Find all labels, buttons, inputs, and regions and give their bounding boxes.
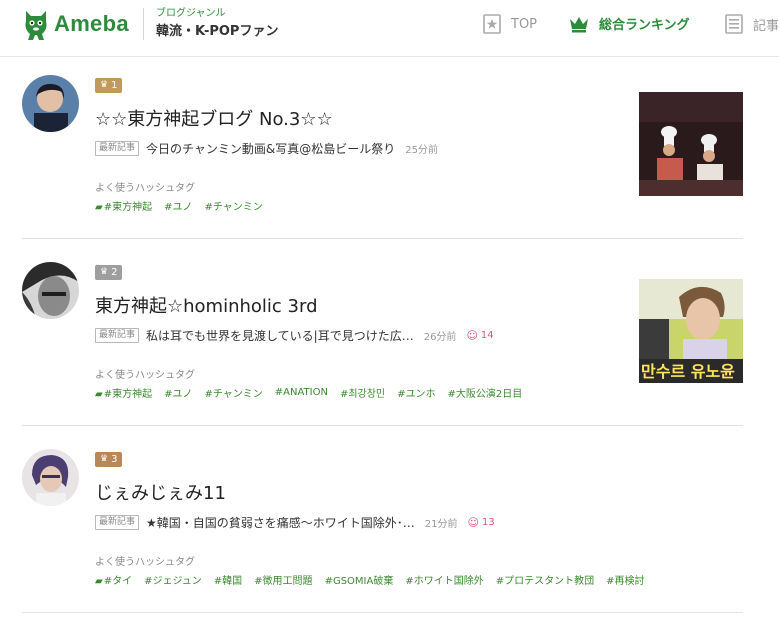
blog-title[interactable]: ☆☆東方神起ブログ No.3☆☆ xyxy=(95,105,333,131)
hashtag[interactable]: #ユノ xyxy=(164,198,192,213)
post-time: 21分前 xyxy=(424,519,458,530)
hashtag[interactable]: #韓国 xyxy=(214,572,242,587)
nav-ranking-label: 総合ランキング xyxy=(599,18,690,33)
article-thumbnail[interactable] xyxy=(639,92,743,196)
crown-icon: ♛ xyxy=(100,267,109,277)
hashtags-label: よく使うハッシュタグ xyxy=(95,370,195,381)
rank-badge: ♛ 3 xyxy=(95,452,123,467)
hashtag-icon: ▰ xyxy=(95,576,103,587)
nav-article-label: 記事 xyxy=(753,18,779,34)
rank-number: 2 xyxy=(111,267,118,278)
rank-badge: ♛ 2 xyxy=(95,265,123,280)
latest-article-link[interactable]: ★韓国・自国の貧弱さを痛感～ホワイト国除外･… xyxy=(146,514,415,531)
article-icon xyxy=(725,14,743,34)
avatar[interactable] xyxy=(22,449,79,506)
blog-title[interactable]: 東方神起☆hominholic 3rd xyxy=(95,292,318,318)
hashtag[interactable]: ▰#タイ xyxy=(95,572,132,587)
hashtag-list: ▰#東方神起 #ユノ #チャンミン xyxy=(95,198,275,213)
latest-article-link[interactable]: 今日のチャンミン動画&写真@松島ビール祭り xyxy=(146,140,395,157)
latest-article-row: 最新記事 今日のチャンミン動画&写真@松島ビール祭り 25分前 xyxy=(95,140,438,157)
hashtag[interactable]: ▰#東方神起 xyxy=(95,385,152,400)
ameba-logo[interactable]: Ameba xyxy=(22,7,129,41)
post-time: 26分前 xyxy=(423,332,457,343)
hashtag[interactable]: #GSOMIA破棄 xyxy=(325,572,394,587)
hashtags-label: よく使うハッシュタグ xyxy=(95,557,195,568)
ameba-mascot-icon xyxy=(25,11,47,40)
hashtag[interactable]: ▰#東方神起 xyxy=(95,198,152,213)
rank-badge: ♛ 1 xyxy=(95,78,123,93)
thumbnail-caption: 만수르 유노윤 xyxy=(641,362,735,381)
hashtag[interactable]: #再検討 xyxy=(606,572,644,587)
avatar[interactable] xyxy=(22,75,79,132)
hashtag[interactable]: #プロテスタント教団 xyxy=(496,572,594,587)
genre-title[interactable]: 韓流・K-POPファン xyxy=(156,24,278,40)
rank-number: 3 xyxy=(111,454,118,465)
site-header: Ameba ブログジャンル 韓流・K-POPファン TOP 総合ランキング 記事 xyxy=(0,0,779,57)
genre-sub-label: ブログジャンル xyxy=(156,8,226,19)
nav-article[interactable]: 記事 xyxy=(725,14,779,34)
hashtag[interactable]: #ユノ xyxy=(164,385,192,400)
blog-title[interactable]: じぇみじぇみ11 xyxy=(95,479,226,505)
article-thumbnail[interactable]: 만수르 유노윤 xyxy=(639,279,743,383)
hashtag[interactable]: #ホワイト国除外 xyxy=(405,572,483,587)
latest-label: 最新記事 xyxy=(95,141,140,156)
nav-top-label: TOP xyxy=(511,16,538,32)
crown-icon: ♛ xyxy=(100,454,109,464)
latest-label: 最新記事 xyxy=(95,515,140,530)
latest-label: 最新記事 xyxy=(95,328,140,343)
avatar[interactable] xyxy=(22,262,79,319)
hashtag[interactable]: #大阪公演2日目 xyxy=(448,385,523,400)
star-icon xyxy=(483,14,501,34)
latest-article-link[interactable]: 私は耳でも世界を見渡している|耳で見つけた広… xyxy=(146,327,414,344)
logo-text: Ameba xyxy=(54,11,129,36)
hashtag-icon: ▰ xyxy=(95,389,103,400)
divider xyxy=(22,612,743,613)
smile-icon: ☺ xyxy=(467,516,479,529)
hashtag[interactable]: #ANATION xyxy=(275,387,328,398)
nav-top[interactable]: TOP xyxy=(483,14,537,34)
hashtag[interactable]: #최강창민 xyxy=(340,385,385,400)
hashtag[interactable]: #ユンホ xyxy=(397,385,435,400)
nav-ranking[interactable]: 総合ランキング xyxy=(569,14,690,33)
hashtag-icon: ▰ xyxy=(95,202,103,213)
hashtag[interactable]: #徴用工問題 xyxy=(254,572,312,587)
hashtag[interactable]: #チャンミン xyxy=(204,385,262,400)
latest-article-row: 最新記事 ★韓国・自国の貧弱さを痛感～ホワイト国除外･… 21分前 ☺ 13 xyxy=(95,514,495,531)
hashtag-list: ▰#東方神起 #ユノ #チャンミン #ANATION #최강창민 #ユンホ #大… xyxy=(95,385,534,400)
like-count[interactable]: ☺ 13 xyxy=(468,516,495,529)
rank-number: 1 xyxy=(111,80,118,91)
post-time: 25分前 xyxy=(405,145,438,156)
hashtag[interactable]: #チャンミン xyxy=(204,198,262,213)
hashtags-label: よく使うハッシュタグ xyxy=(95,183,195,194)
latest-article-row: 最新記事 私は耳でも世界を見渡している|耳で見つけた広… 26分前 ☺ 14 xyxy=(95,327,494,344)
hashtag-list: ▰#タイ #ジェジュン #韓国 #徴用工問題 #GSOMIA破棄 #ホワイト国除… xyxy=(95,572,657,587)
hashtag[interactable]: #ジェジュン xyxy=(144,572,202,587)
like-count[interactable]: ☺ 14 xyxy=(466,329,493,342)
divider xyxy=(22,425,743,426)
like-number: 13 xyxy=(481,517,495,528)
crown-icon xyxy=(570,16,588,32)
smile-icon: ☺ xyxy=(466,329,478,342)
like-number: 14 xyxy=(480,330,494,341)
divider xyxy=(22,238,743,239)
crown-icon: ♛ xyxy=(100,80,109,90)
genre-block: ブログジャンル 韓流・K-POPファン xyxy=(143,8,278,40)
